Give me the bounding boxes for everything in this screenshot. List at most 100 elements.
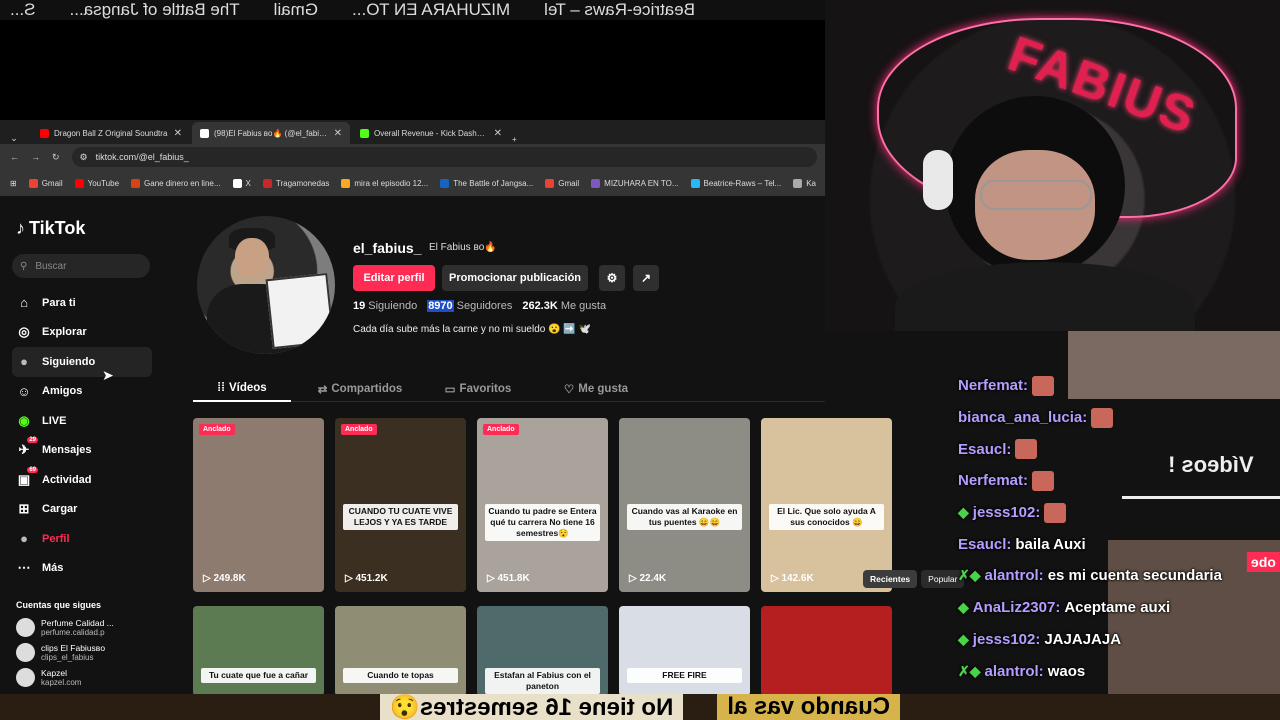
sidebar-item-actividad[interactable]: ▣ 69 Actividad	[12, 465, 152, 495]
bookmark-item[interactable]: MIZUHARA EN TO...	[591, 178, 679, 188]
video-thumbnail[interactable]: Cuando vas al Karaoke en tus puentes 😄😄 ▷…	[619, 418, 750, 592]
chat-message: ◆ jesss102: JAJAJAJA	[958, 624, 1280, 656]
mirrored-bookmark: The Battle of Jangsa...	[69, 0, 240, 19]
sidebar-item-mensajes[interactable]: ✈ 29 Mensajes	[12, 436, 152, 466]
sidebar-item-label: Perfil	[42, 532, 70, 545]
reload-icon[interactable]: ↻	[52, 152, 60, 163]
tiktok-logo[interactable]: ♪ TikTok	[16, 218, 85, 239]
following-account[interactable]: clips El Fabiusʙᴏ clips_el_fabius	[16, 643, 156, 662]
browser-tab[interactable]: Overall Revenue - Kick Dashboa ✕	[352, 122, 510, 144]
video-caption: FREE FIRE	[627, 668, 742, 684]
sort-recent-button[interactable]: Recientes	[863, 570, 918, 588]
messages-icon: ✈ 29	[18, 437, 38, 458]
video-thumbnail[interactable]: Estafan al Fabius con el paneton	[477, 606, 608, 694]
sidebar-item-ms[interactable]: ⋯ Más	[12, 554, 152, 584]
search-icon: ⚲	[20, 260, 28, 272]
video-thumbnail[interactable]	[761, 606, 892, 694]
video-thumbnail[interactable]: Anclado ▷ 249.8K	[193, 418, 324, 592]
following-account[interactable]: Perfume Calidad ... perfume.calidad.p	[16, 618, 156, 637]
video-thumbnail[interactable]: FREE FIRE	[619, 606, 750, 694]
headset	[923, 150, 953, 210]
sidebar-item-amigos[interactable]: ☺ Amigos	[12, 377, 152, 407]
video-caption: Tu cuate que fue a cañar	[201, 668, 316, 684]
bookmark-item[interactable]: Beatrice-Raws – Tel...	[690, 178, 782, 188]
video-thumbnail[interactable]: Anclado CUANDO TU CUATE VIVE LEJOS Y YA E…	[335, 418, 466, 592]
bookmark-item[interactable]: The Battle of Jangsa...	[440, 178, 533, 188]
sidebar-item-cargar[interactable]: ⊞ Cargar	[12, 495, 152, 525]
bookmark-item[interactable]: Ka	[793, 178, 816, 188]
tab-title: Overall Revenue - Kick Dashboa	[374, 128, 489, 138]
profile-bio: Cada día sube más la carne y no mi sueld…	[353, 324, 592, 335]
sidebar-item-label: Amigos	[42, 385, 83, 398]
bookmark-item[interactable]: Tragamonedas	[262, 178, 329, 188]
account-name: Perfume Calidad ...	[41, 618, 114, 628]
close-tab-icon[interactable]: ✕	[174, 128, 182, 139]
chat-message: ✗◆ alantrol: es mi cuenta secundaria	[958, 560, 1280, 592]
sidebar-item-parati[interactable]: ⌂ Para ti	[12, 288, 152, 318]
account-handle: kapzel.com	[41, 678, 82, 687]
avatar	[16, 668, 35, 687]
video-thumbnail[interactable]: Tu cuate que fue a cañar	[193, 606, 324, 694]
bookmark-item[interactable]: mira el episodio 12...	[341, 178, 429, 188]
emote-icon	[1032, 375, 1055, 396]
chat-message: ◆ jesss102:	[958, 497, 1280, 529]
tab-favicon	[200, 128, 209, 138]
activity-icon: ▣ 69	[17, 466, 38, 487]
site-info-icon[interactable]: ⚙	[80, 152, 88, 163]
following-account[interactable]: Kapzel kapzel.com	[16, 668, 156, 687]
bookmark-favicon	[341, 178, 351, 188]
following-stat[interactable]: 19 Siguiendo	[353, 300, 417, 312]
video-thumbnail[interactable]: Anclado Cuando tu padre se Entera qué tu …	[477, 418, 608, 592]
sidebar-item-perfil[interactable]: ● Perfil	[12, 524, 152, 554]
bookmark-item[interactable]: X	[232, 178, 251, 188]
profile-avatar[interactable]	[197, 216, 335, 354]
bookmark-label: Gmail	[41, 178, 63, 188]
bookmark-item[interactable]: YouTube	[74, 178, 119, 188]
followers-stat[interactable]: 8970 Seguidores	[427, 300, 512, 312]
compass-icon: ◎	[18, 324, 30, 340]
sidebar: ♪ TikTok ⚲ Buscar ⌂ Para ti ◎ Explorar ● Sigu…	[0, 196, 165, 694]
bookmark-item[interactable]: Gmail	[545, 178, 579, 188]
close-tab-icon[interactable]: ✕	[494, 128, 502, 139]
new-tab-icon[interactable]: +	[512, 135, 517, 144]
tab-vdeos[interactable]: ⁞⁞ Vídeos	[193, 376, 291, 402]
bookmark-label: Beatrice-Raws – Tel...	[703, 178, 782, 188]
following-icon: ●	[20, 354, 28, 370]
browser-tab[interactable]: Dragon Ball Z Original Soundtra ✕	[32, 122, 190, 144]
url-field[interactable]: ⚙ tiktok.com/@el_fabius_	[71, 147, 817, 167]
tab-favoritos[interactable]: ▭ Favoritos	[429, 376, 527, 402]
chat-text: waos	[1047, 662, 1086, 680]
promote-post-button[interactable]: Promocionar publicación	[442, 265, 588, 291]
repost-icon: ⇄	[317, 384, 328, 396]
settings-icon[interactable]: ⚙	[599, 265, 625, 291]
tab-search-icon[interactable]: ⌄	[6, 133, 22, 144]
sidebar-item-explorar[interactable]: ◎ Explorar	[12, 318, 152, 348]
bookmark-item[interactable]: Gane dinero en line...	[131, 178, 221, 188]
bookmark-item[interactable]: Gmail	[28, 178, 63, 188]
video-thumbnail[interactable]: El Lic. Que solo ayuda A sus conocidos 😄…	[761, 418, 892, 592]
edit-profile-button[interactable]: Editar perfil	[353, 265, 435, 291]
bookmark-label: mira el episodio 12...	[354, 178, 429, 188]
chat-username: AnaLiz2307:	[972, 599, 1061, 617]
account-text: Kapzel kapzel.com	[41, 668, 81, 687]
sidebar-item-live[interactable]: ◉ LIVE	[12, 406, 152, 436]
search-input[interactable]: ⚲ Buscar	[12, 254, 150, 278]
sort-toggle: Recientes Popular	[863, 570, 965, 588]
video-thumbnail[interactable]: Cuando te topas	[335, 606, 466, 694]
browser-tab[interactable]: (98)El Fabius ʙᴏ🔥 (@el_fabius_ ✕	[192, 122, 350, 144]
user-badge-icon: ✗◆	[958, 567, 981, 584]
sidebar-item-siguiendo[interactable]: ● Siguiendo	[12, 347, 152, 377]
apps-icon[interactable]: ⊞	[10, 179, 17, 188]
tab-megusta[interactable]: ♡ Me gusta	[547, 376, 645, 402]
tab-compartidos[interactable]: ⇄ Compartidos	[311, 376, 409, 402]
chat-message: ◆ AnaLiz2307: Aceptame auxi	[958, 592, 1280, 624]
share-icon[interactable]: ↗	[633, 265, 659, 291]
notification-badge: 69	[27, 466, 38, 473]
webcam-overlay: FABIUS	[825, 0, 1280, 331]
back-icon[interactable]: ←	[10, 152, 19, 162]
more-icon: ⋯	[17, 560, 31, 576]
chat-message: bianca_ana_lucia:	[958, 402, 1280, 434]
account-handle: perfume.calidad.p	[41, 628, 105, 637]
forward-icon[interactable]: →	[31, 152, 40, 162]
close-tab-icon[interactable]: ✕	[334, 128, 342, 139]
